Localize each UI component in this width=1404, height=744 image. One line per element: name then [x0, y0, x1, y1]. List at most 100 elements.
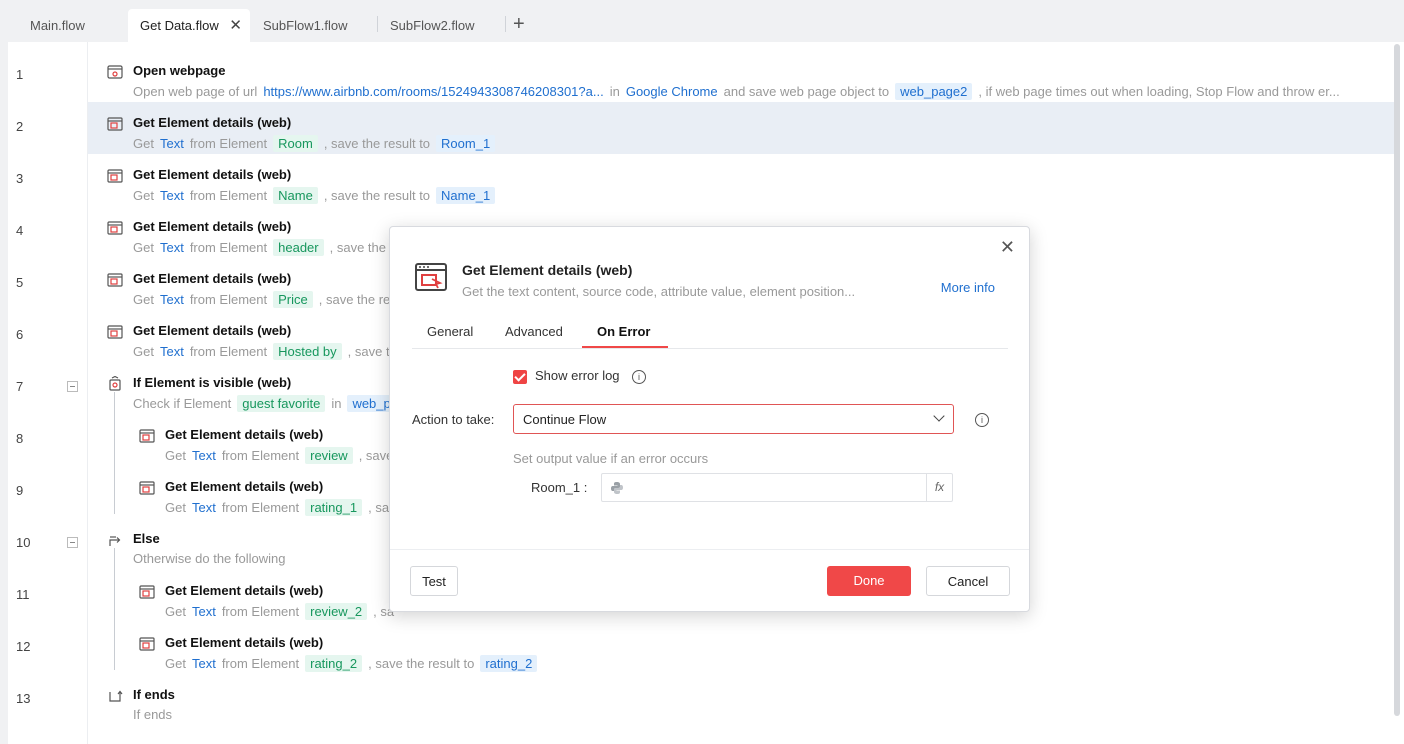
action-title: Else	[133, 531, 160, 546]
tab-on-error[interactable]: On Error	[597, 324, 650, 339]
element-details-icon	[139, 637, 155, 651]
element-tag: guest favorite	[237, 395, 326, 412]
close-icon[interactable]: ✕	[1000, 237, 1015, 258]
keyword-value: Text	[191, 500, 216, 515]
output-hint: Set output value if an error occurs	[513, 451, 709, 466]
action-row-open-webpage[interactable]: Open webpage Open web page of url https:…	[88, 50, 1394, 102]
collapse-icon[interactable]	[67, 537, 78, 548]
output-value-input[interactable]: fx	[601, 473, 953, 502]
element-details-icon	[139, 481, 155, 495]
element-tag: rating_1	[305, 499, 363, 516]
active-tab-indicator	[582, 346, 668, 348]
tab-get-data-flow[interactable]: Get Data.flow ✕	[128, 9, 250, 42]
formula-icon[interactable]: fx	[926, 474, 952, 501]
done-button[interactable]: Done	[827, 566, 911, 596]
action-row-if-ends[interactable]: If ends If ends	[88, 674, 1394, 726]
action-dialog: ✕ Get Element details (web) Get the text…	[389, 226, 1030, 612]
desc-text: from Element	[221, 500, 300, 515]
desc-text: If ends	[133, 707, 173, 722]
action-description: Get Text from Element header , save the	[133, 239, 392, 256]
line-number: 4	[16, 223, 24, 238]
desc-text: , save the	[329, 240, 386, 255]
vertical-scrollbar[interactable]	[1394, 44, 1400, 716]
keyword-value: Text	[159, 344, 184, 359]
chevron-down-icon	[933, 410, 945, 422]
desc-text: Check if Element	[133, 396, 232, 411]
action-title: If Element is visible (web)	[133, 375, 292, 390]
line-number: 3	[16, 171, 24, 186]
info-icon[interactable]: i	[975, 413, 989, 427]
action-description: Get Text from Element Name , save the re…	[133, 187, 501, 204]
element-details-icon	[107, 325, 123, 339]
action-title: Open webpage	[133, 63, 226, 78]
tab-subflow1[interactable]: SubFlow1.flow	[251, 9, 371, 42]
if-visible-icon	[109, 376, 121, 391]
variable-tag: rating_2	[480, 655, 538, 672]
else-icon	[109, 536, 121, 546]
desc-text: from Element	[189, 136, 268, 151]
element-details-icon	[415, 263, 447, 291]
desc-text: Get	[133, 240, 154, 255]
dialog-subtitle: Get the text content, source code, attri…	[462, 284, 856, 299]
variable-tag: Name_1	[436, 187, 496, 204]
test-button[interactable]: Test	[410, 566, 458, 596]
tab-advanced[interactable]: Advanced	[505, 324, 563, 339]
show-error-log-label: Show error log	[535, 368, 620, 383]
desc-text: , save the result to	[323, 188, 431, 203]
dialog-footer-divider	[390, 549, 1029, 550]
keyword-value: Text	[191, 604, 216, 619]
desc-text: , if web page times out when loading, St…	[978, 84, 1340, 99]
desc-text: from Element	[189, 188, 268, 203]
action-row-get-element-details[interactable]: Get Element details (web) Get Text from …	[88, 622, 1394, 674]
info-icon[interactable]: i	[632, 370, 646, 384]
element-details-icon	[107, 221, 123, 235]
line-number: 6	[16, 327, 24, 342]
action-description: Get Text from Element Room , save the re…	[133, 135, 501, 152]
show-error-log-checkbox[interactable]	[513, 370, 527, 384]
action-title: Get Element details (web)	[165, 479, 324, 494]
keyword-value: Text	[159, 240, 184, 255]
element-details-icon	[107, 169, 123, 183]
desc-text: Get	[133, 136, 154, 151]
action-title: Get Element details (web)	[133, 219, 292, 234]
action-title: Get Element details (web)	[133, 115, 292, 130]
tab-bar: Main.flow Get Data.flow ✕ SubFlow1.flow …	[0, 0, 1404, 42]
desc-text: from Element	[189, 344, 268, 359]
add-tab-icon[interactable]: +	[513, 13, 525, 35]
element-tag: header	[273, 239, 324, 256]
element-tag: Name	[273, 187, 318, 204]
action-description: Otherwise do the following	[133, 551, 291, 566]
python-icon	[611, 482, 623, 494]
element-tag: review_2	[305, 603, 368, 620]
action-title: Get Element details (web)	[133, 167, 292, 182]
line-number: 10	[16, 535, 31, 550]
action-description: Get Text from Element Hosted by , save t	[133, 343, 396, 360]
tab-main-flow[interactable]: Main.flow	[18, 9, 118, 42]
collapse-icon[interactable]	[67, 381, 78, 392]
line-number: 2	[16, 119, 24, 134]
desc-text: Open web page of url	[133, 84, 258, 99]
action-description: Get Text from Element Price , save the r…	[133, 291, 396, 308]
action-to-take-select[interactable]: Continue Flow	[513, 404, 954, 434]
desc-text: , save t	[347, 344, 390, 359]
desc-text: , save the result to	[323, 136, 431, 151]
action-description: Get Text from Element rating_2 , save th…	[165, 655, 543, 672]
more-info-link[interactable]: More info	[941, 280, 995, 295]
element-tag: rating_2	[305, 655, 363, 672]
tab-divider	[505, 16, 506, 32]
tab-general[interactable]: General	[427, 324, 473, 339]
action-row-get-element-details[interactable]: Get Element details (web) Get Text from …	[88, 102, 1394, 154]
cancel-button[interactable]: Cancel	[926, 566, 1010, 596]
line-number: 9	[16, 483, 24, 498]
close-icon[interactable]: ✕	[229, 9, 242, 42]
desc-text: from Element	[221, 656, 300, 671]
element-tag: Room	[273, 135, 318, 152]
desc-text: in	[609, 84, 620, 99]
tab-subflow2[interactable]: SubFlow2.flow	[378, 9, 498, 42]
element-details-icon	[139, 429, 155, 443]
element-tag: Price	[273, 291, 313, 308]
action-row-get-element-details[interactable]: Get Element details (web) Get Text from …	[88, 154, 1394, 206]
desc-text: from Element	[189, 240, 268, 255]
desc-text: , save the result to	[368, 656, 475, 671]
action-description: Open web page of url https://www.airbnb.…	[133, 83, 1346, 100]
